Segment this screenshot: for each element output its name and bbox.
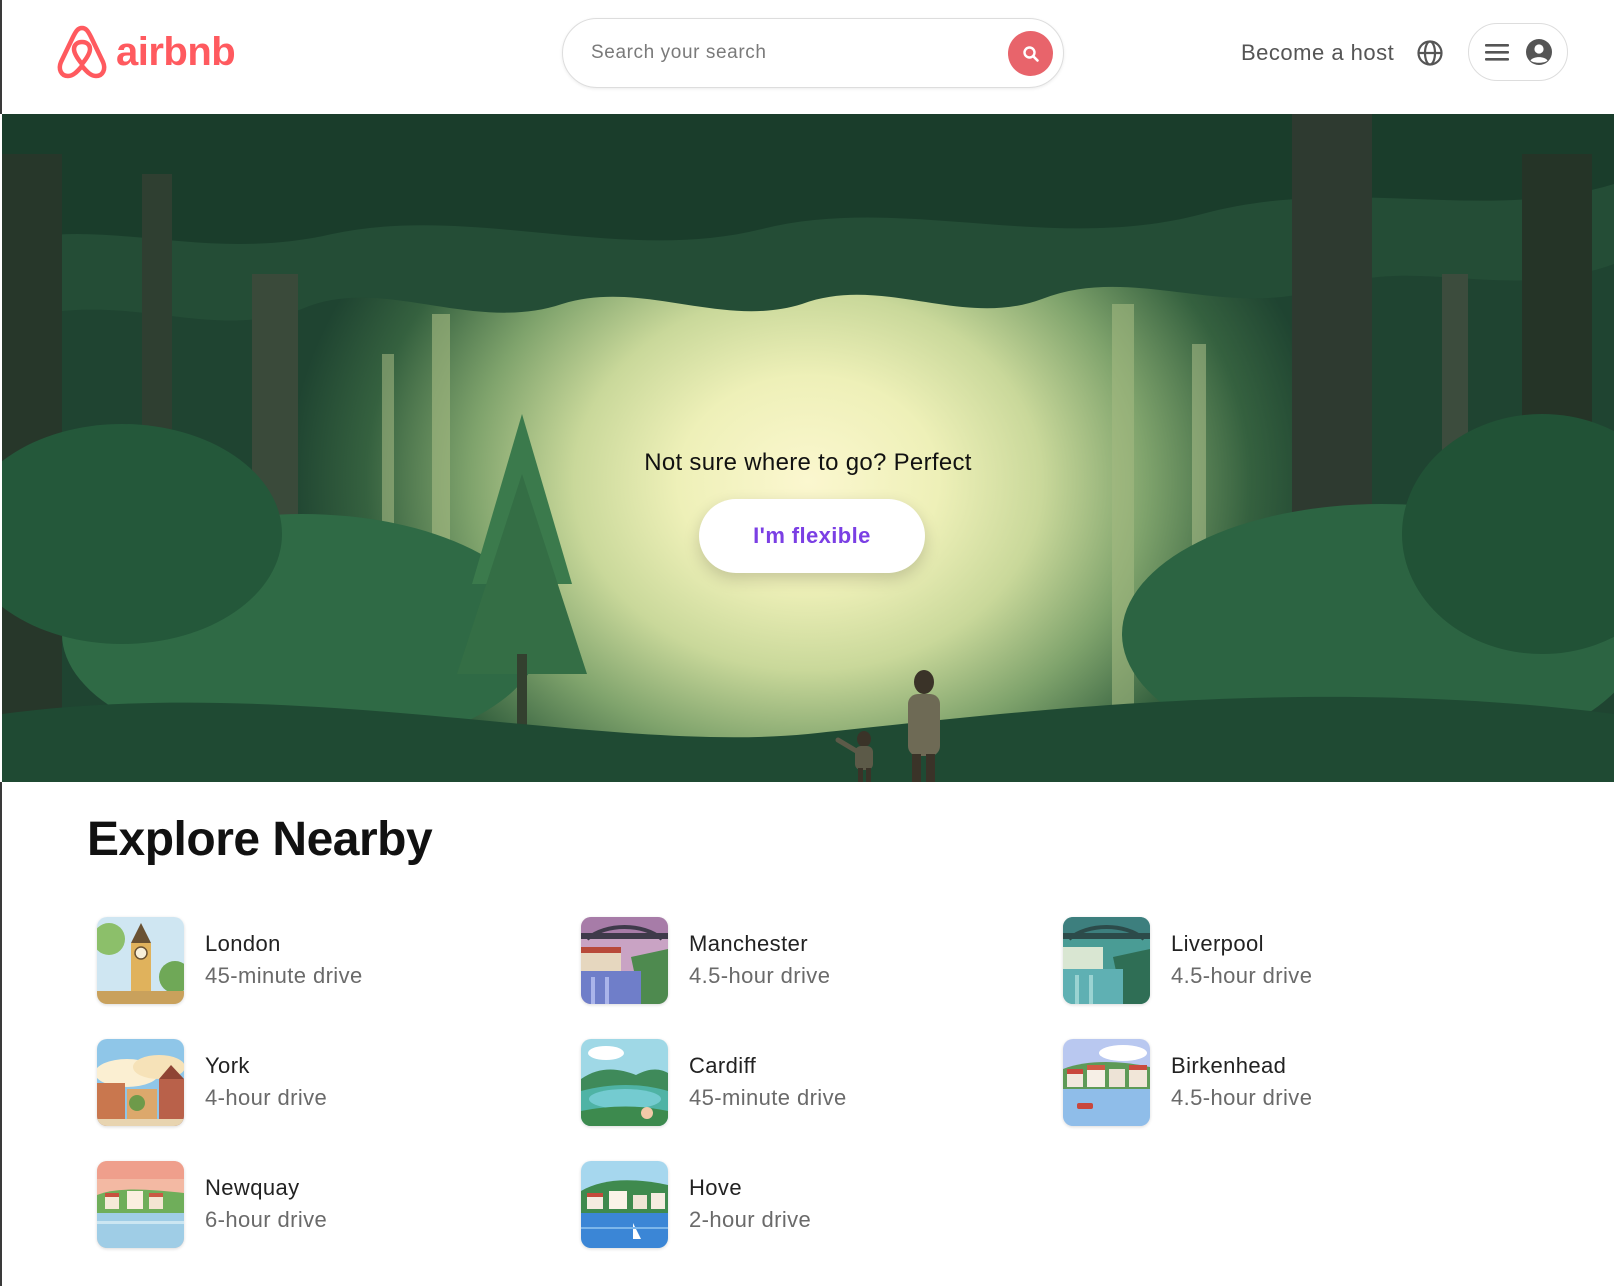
card-city: London xyxy=(205,931,281,956)
explore-card-manchester[interactable]: Manchester 4.5-hour drive xyxy=(581,916,1001,1004)
card-city: Newquay xyxy=(205,1175,300,1200)
search-input[interactable] xyxy=(563,42,983,64)
explore-card-hove[interactable]: Hove 2-hour drive xyxy=(581,1160,1001,1248)
card-distance: 4-hour drive xyxy=(205,1085,328,1110)
card-city: Birkenhead xyxy=(1171,1053,1287,1078)
card-city: Manchester xyxy=(689,931,808,956)
become-host-link[interactable]: Become a host xyxy=(1241,40,1394,66)
explore-card-liverpool[interactable]: Liverpool 4.5-hour drive xyxy=(1063,916,1483,1004)
explore-nearby-heading: Explore Nearby xyxy=(87,813,433,866)
search-bar[interactable] xyxy=(562,18,1064,88)
card-distance: 4.5-hour drive xyxy=(689,963,831,988)
explore-card-newquay[interactable]: Newquay 6-hour drive xyxy=(97,1160,517,1248)
card-distance: 4.5-hour drive xyxy=(1171,1085,1313,1110)
user-avatar-icon xyxy=(1526,39,1552,65)
card-city: Liverpool xyxy=(1171,931,1264,956)
hero-banner: Not sure where to go? Perfect I'm flexib… xyxy=(2,114,1614,782)
birkenhead-thumbnail xyxy=(1063,1038,1150,1126)
card-distance: 2-hour drive xyxy=(689,1207,812,1232)
card-city: Hove xyxy=(689,1175,742,1200)
forest-illustration xyxy=(2,114,1614,782)
explore-card-birkenhead[interactable]: Birkenhead 4.5-hour drive xyxy=(1063,1038,1483,1126)
explore-card-york[interactable]: York 4-hour drive xyxy=(97,1038,517,1126)
hove-thumbnail xyxy=(581,1160,668,1248)
hero-tagline: Not sure where to go? Perfect xyxy=(644,449,972,476)
globe-icon xyxy=(1417,40,1443,66)
language-button[interactable] xyxy=(1416,39,1444,72)
profile-menu-button[interactable] xyxy=(1468,23,1568,81)
search-button[interactable] xyxy=(1008,31,1053,76)
newquay-thumbnail xyxy=(97,1160,184,1248)
card-city: York xyxy=(205,1053,250,1078)
explore-card-cardiff[interactable]: Cardiff 45-minute drive xyxy=(581,1038,1001,1126)
explore-card-london[interactable]: London 45-minute drive xyxy=(97,916,517,1004)
hamburger-icon xyxy=(1485,44,1509,61)
liverpool-thumbnail xyxy=(1063,916,1150,1004)
airbnb-logo[interactable]: airbnb xyxy=(56,24,236,80)
card-distance: 6-hour drive xyxy=(205,1207,328,1232)
york-thumbnail xyxy=(97,1038,184,1126)
airbnb-belo-icon xyxy=(57,25,107,79)
cardiff-thumbnail xyxy=(581,1038,668,1126)
manchester-thumbnail xyxy=(581,916,668,1004)
top-navbar: airbnb Become a host xyxy=(0,0,1614,114)
brand-name: airbnb xyxy=(116,30,236,74)
card-distance: 4.5-hour drive xyxy=(1171,963,1313,988)
window-edge xyxy=(0,782,2,1286)
card-distance: 45-minute drive xyxy=(689,1085,847,1110)
card-distance: 45-minute drive xyxy=(205,963,363,988)
card-city: Cardiff xyxy=(689,1053,757,1078)
london-thumbnail xyxy=(97,916,184,1004)
im-flexible-button[interactable]: I'm flexible xyxy=(699,499,925,573)
search-icon xyxy=(1022,45,1039,62)
